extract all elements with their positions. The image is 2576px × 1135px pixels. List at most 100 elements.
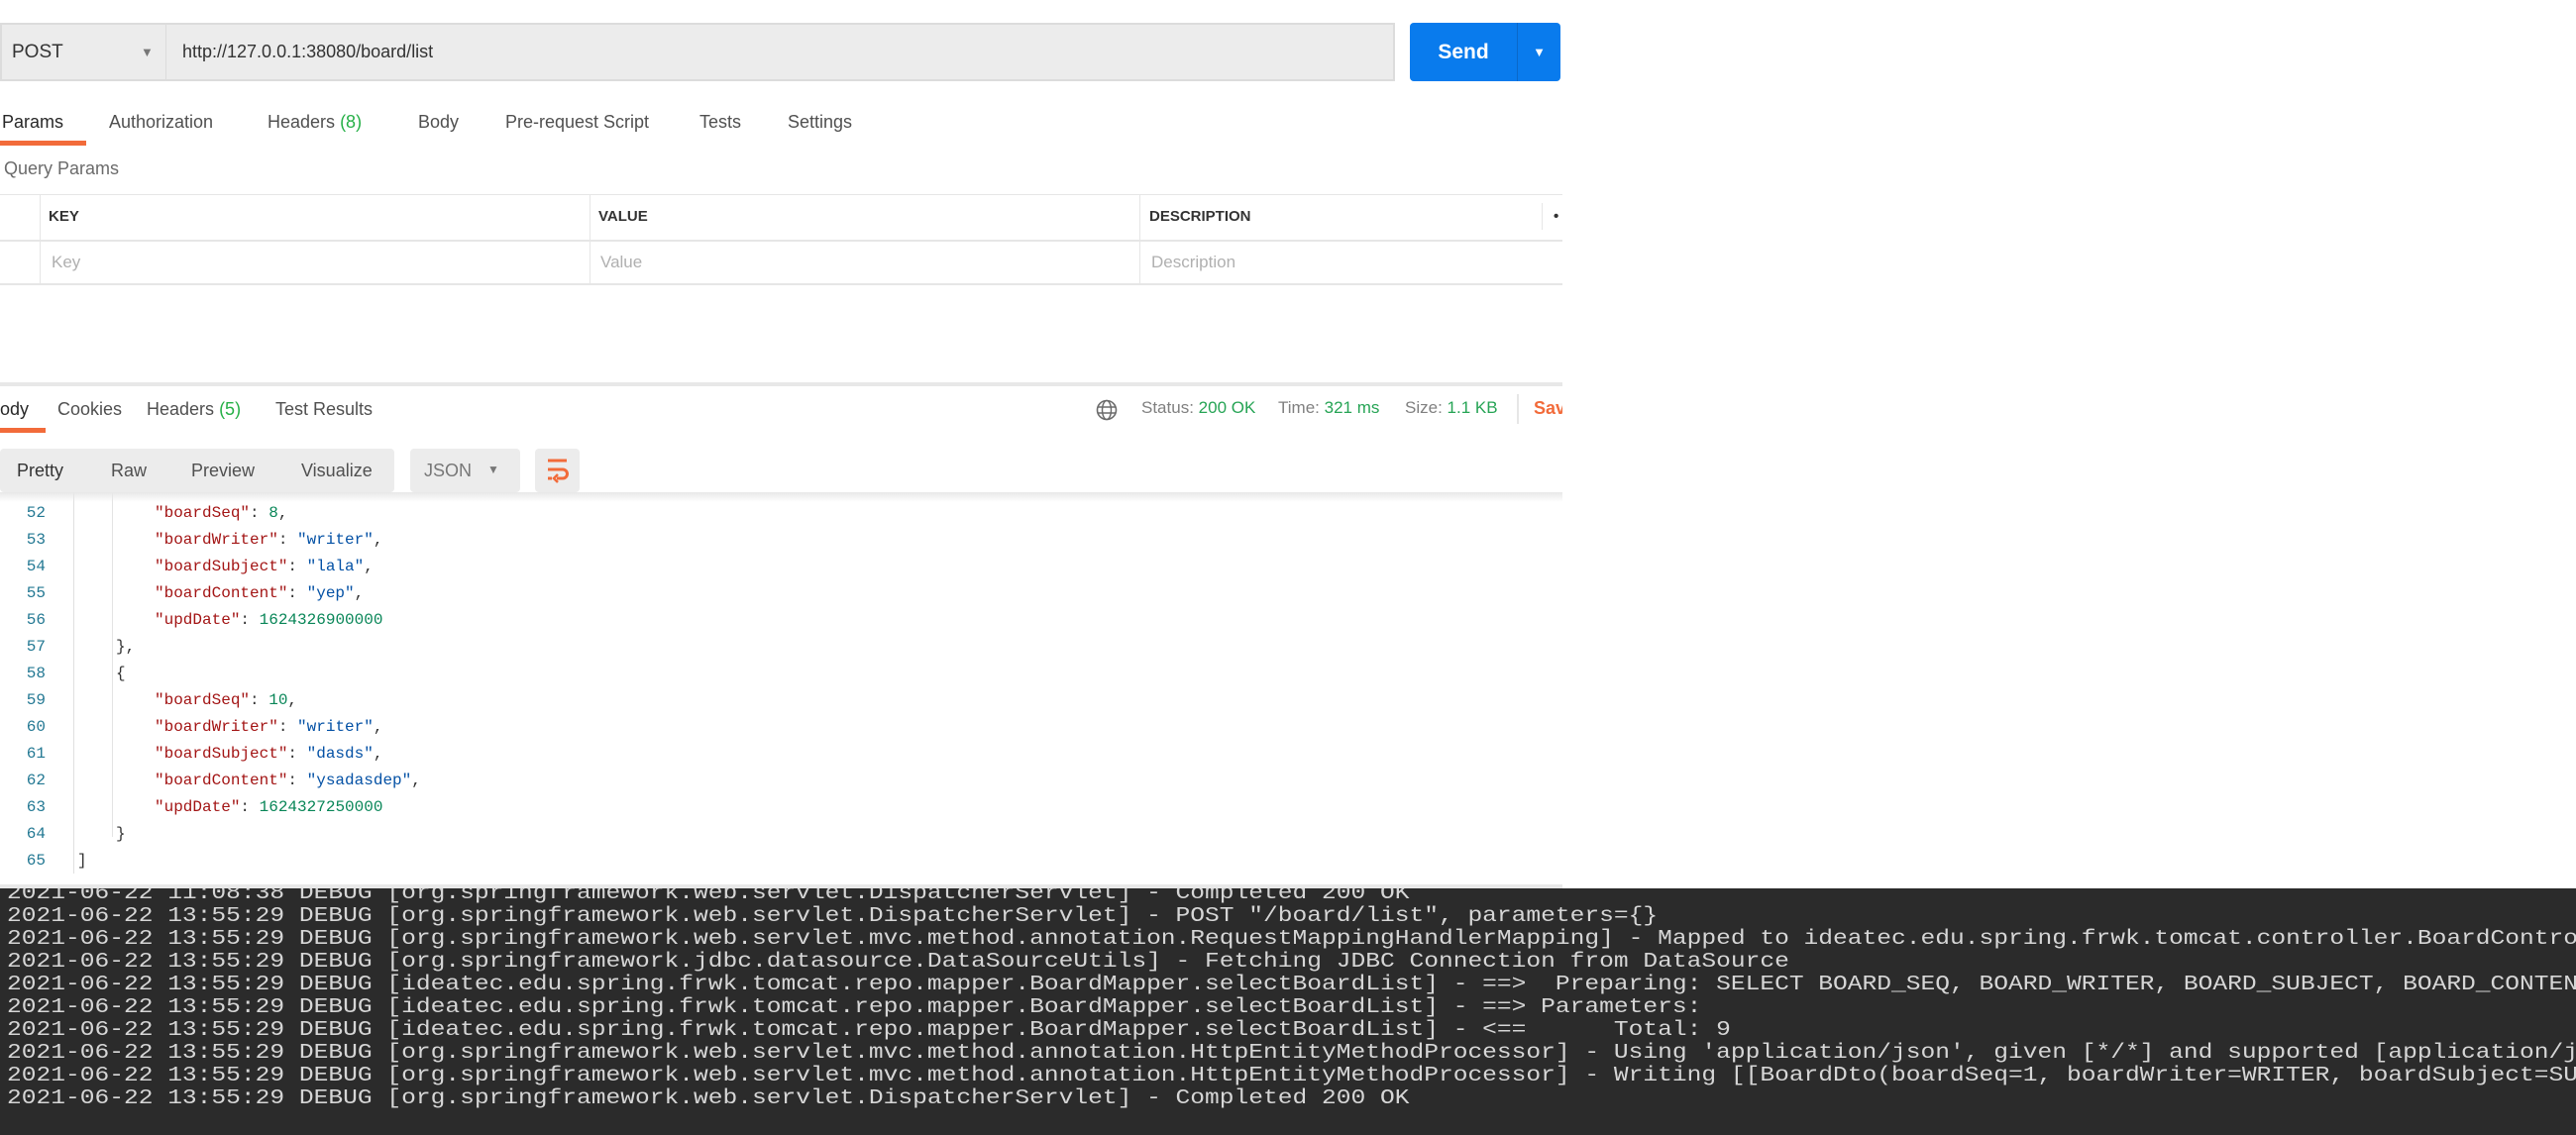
send-label: Send (1438, 40, 1489, 63)
log-line: 2021-06-22 13:55:29 DEBUG [ideatec.edu.s… (7, 1019, 1731, 1042)
description-input[interactable]: Description (1151, 253, 1235, 272)
tab-headers[interactable]: Headers (8) (268, 112, 362, 133)
active-response-tab-indicator (0, 428, 46, 433)
column-header-value: VALUE (598, 208, 648, 225)
json-property: "boardContent": "ysadasdep", (155, 772, 421, 789)
json-value: "lala" (306, 558, 365, 575)
tab-body[interactable]: Body (418, 112, 459, 133)
json-key: "boardSeq" (155, 504, 251, 522)
line-number: 58 (26, 665, 46, 682)
log-line: 2021-06-22 13:55:29 DEBUG [org.springfra… (7, 1065, 2576, 1087)
log-line: 2021-06-22 13:55:29 DEBUG [org.springfra… (7, 951, 1789, 974)
json-key: "boardContent" (155, 772, 288, 789)
log-line: 2021-06-22 13:55:29 DEBUG [org.springfra… (7, 905, 1659, 928)
response-status: Status: 200 OK (1141, 398, 1256, 417)
line-number: 52 (26, 504, 46, 522)
code-line: 59 "boardSeq": 10, (0, 687, 1486, 714)
json-property: "updDate": 1624326900000 (155, 611, 383, 629)
pane-resize-handle[interactable] (0, 382, 1562, 386)
key-input[interactable]: Key (52, 253, 80, 272)
wrap-lines-button[interactable] (535, 449, 580, 492)
headers-count: (8) (340, 112, 363, 132)
postman-panel: POST ▼ http://127.0.0.1:38080/board/list… (0, 0, 1562, 888)
json-property: "boardContent": "yep", (155, 584, 365, 602)
json-value: "writer" (297, 718, 374, 736)
json-key: "boardContent" (155, 584, 288, 602)
code-line: 55 "boardContent": "yep", (0, 580, 1486, 607)
json-property: "boardWriter": "writer", (155, 531, 383, 549)
code-line: 56 "updDate": 1624326900000 (0, 607, 1486, 634)
status-value: 200 OK (1198, 398, 1256, 417)
json-value: "writer" (297, 531, 374, 549)
response-body-editor[interactable]: 52 "boardSeq": 8, 53 "boardWriter": "writer… (0, 492, 1562, 884)
response-tab-body[interactable]: Body (0, 399, 29, 420)
line-number: 64 (26, 825, 46, 843)
method-value: POST (12, 41, 63, 62)
json-key: "boardWriter" (155, 718, 278, 736)
url-input[interactable]: http://127.0.0.1:38080/board/list (166, 23, 1395, 81)
json-key: "boardSeq" (155, 691, 251, 709)
json-value: "dasds" (306, 745, 374, 763)
response-tab-test-results[interactable]: Test Results (275, 399, 373, 420)
line-number: 53 (26, 531, 46, 549)
response-tab-headers[interactable]: Headers (5) (147, 399, 241, 420)
tab-tests[interactable]: Tests (699, 112, 741, 133)
line-number: 61 (26, 745, 46, 763)
line-number: 54 (26, 558, 46, 575)
json-key: "updDate" (155, 611, 241, 629)
json-value: 10 (268, 691, 288, 709)
log-line: 2021-06-22 13:55:29 DEBUG [org.springfra… (7, 1042, 2576, 1065)
line-number: 57 (26, 638, 46, 656)
log-line: 2021-06-22 13:55:29 DEBUG [ideatec.edu.s… (7, 974, 2576, 996)
json-key: "boardSubject" (155, 745, 288, 763)
line-number: 62 (26, 772, 46, 789)
query-params-title: Query Params (4, 158, 120, 178)
json-key: "boardWriter" (155, 531, 278, 549)
format-pretty[interactable]: Pretty (17, 461, 63, 481)
method-select[interactable]: POST ▼ (0, 23, 166, 81)
globe-icon[interactable] (1096, 399, 1118, 421)
code-line: 61 "boardSubject": "dasds", (0, 741, 1486, 768)
query-params-table: KEY VALUE DESCRIPTION • Key Value Descri… (0, 194, 1562, 285)
format-visualize[interactable]: Visualize (301, 461, 373, 481)
log-line: 2021-06-22 13:55:29 DEBUG [ideatec.edu.s… (7, 996, 1717, 1019)
line-number: 59 (26, 691, 46, 709)
column-header-description: DESCRIPTION (1149, 208, 1251, 225)
more-options-icon[interactable]: • (1554, 208, 1558, 225)
response-size: Size: 1.1 KB (1405, 398, 1498, 417)
code-line: 62 "boardContent": "ysadasdep", (0, 768, 1486, 794)
column-header-key: KEY (49, 208, 79, 225)
send-button[interactable]: Send ▼ (1410, 23, 1560, 81)
caret-down-icon: ▼ (141, 45, 154, 59)
tab-authorization[interactable]: Authorization (109, 112, 213, 133)
log-line: 2021-06-22 13:55:29 DEBUG [org.springfra… (7, 1087, 1410, 1110)
json-value: 1624327250000 (259, 798, 383, 816)
language-value: JSON (424, 461, 473, 480)
line-number: 65 (26, 852, 46, 870)
tab-settings[interactable]: Settings (788, 112, 852, 133)
format-preview[interactable]: Preview (191, 461, 255, 481)
code-line: 65] (0, 848, 1486, 875)
tab-pre-request-script[interactable]: Pre-request Script (505, 112, 649, 133)
code-line: 57}, (0, 634, 1486, 661)
send-dropdown-caret-icon[interactable]: ▼ (1517, 23, 1560, 81)
log-line: 2021-06-22 11:08:38 DEBUG [org.springfra… (7, 888, 1410, 905)
save-response-button[interactable]: Save (1534, 398, 1562, 419)
language-select[interactable]: JSON ▼ (410, 449, 520, 492)
code-line: 53 "boardWriter": "writer", (0, 527, 1486, 554)
tab-params[interactable]: Params (2, 112, 63, 133)
json-key: "boardSubject" (155, 558, 288, 575)
line-number: 55 (26, 584, 46, 602)
format-mode-group: Pretty Raw Preview Visualize (0, 449, 394, 492)
json-value: 8 (268, 504, 278, 522)
value-input[interactable]: Value (600, 253, 642, 272)
json-property: "boardSubject": "dasds", (155, 745, 383, 763)
console-log[interactable]: 2021-06-22 11:08:38 DEBUG [org.springfra… (0, 888, 2576, 1135)
format-raw[interactable]: Raw (111, 461, 147, 481)
json-bracket: { (116, 665, 126, 682)
code-line: 64} (0, 821, 1486, 848)
response-tab-cookies[interactable]: Cookies (57, 399, 122, 420)
json-key: "updDate" (155, 798, 241, 816)
json-property: "boardWriter": "writer", (155, 718, 383, 736)
json-bracket: ] (77, 852, 87, 870)
